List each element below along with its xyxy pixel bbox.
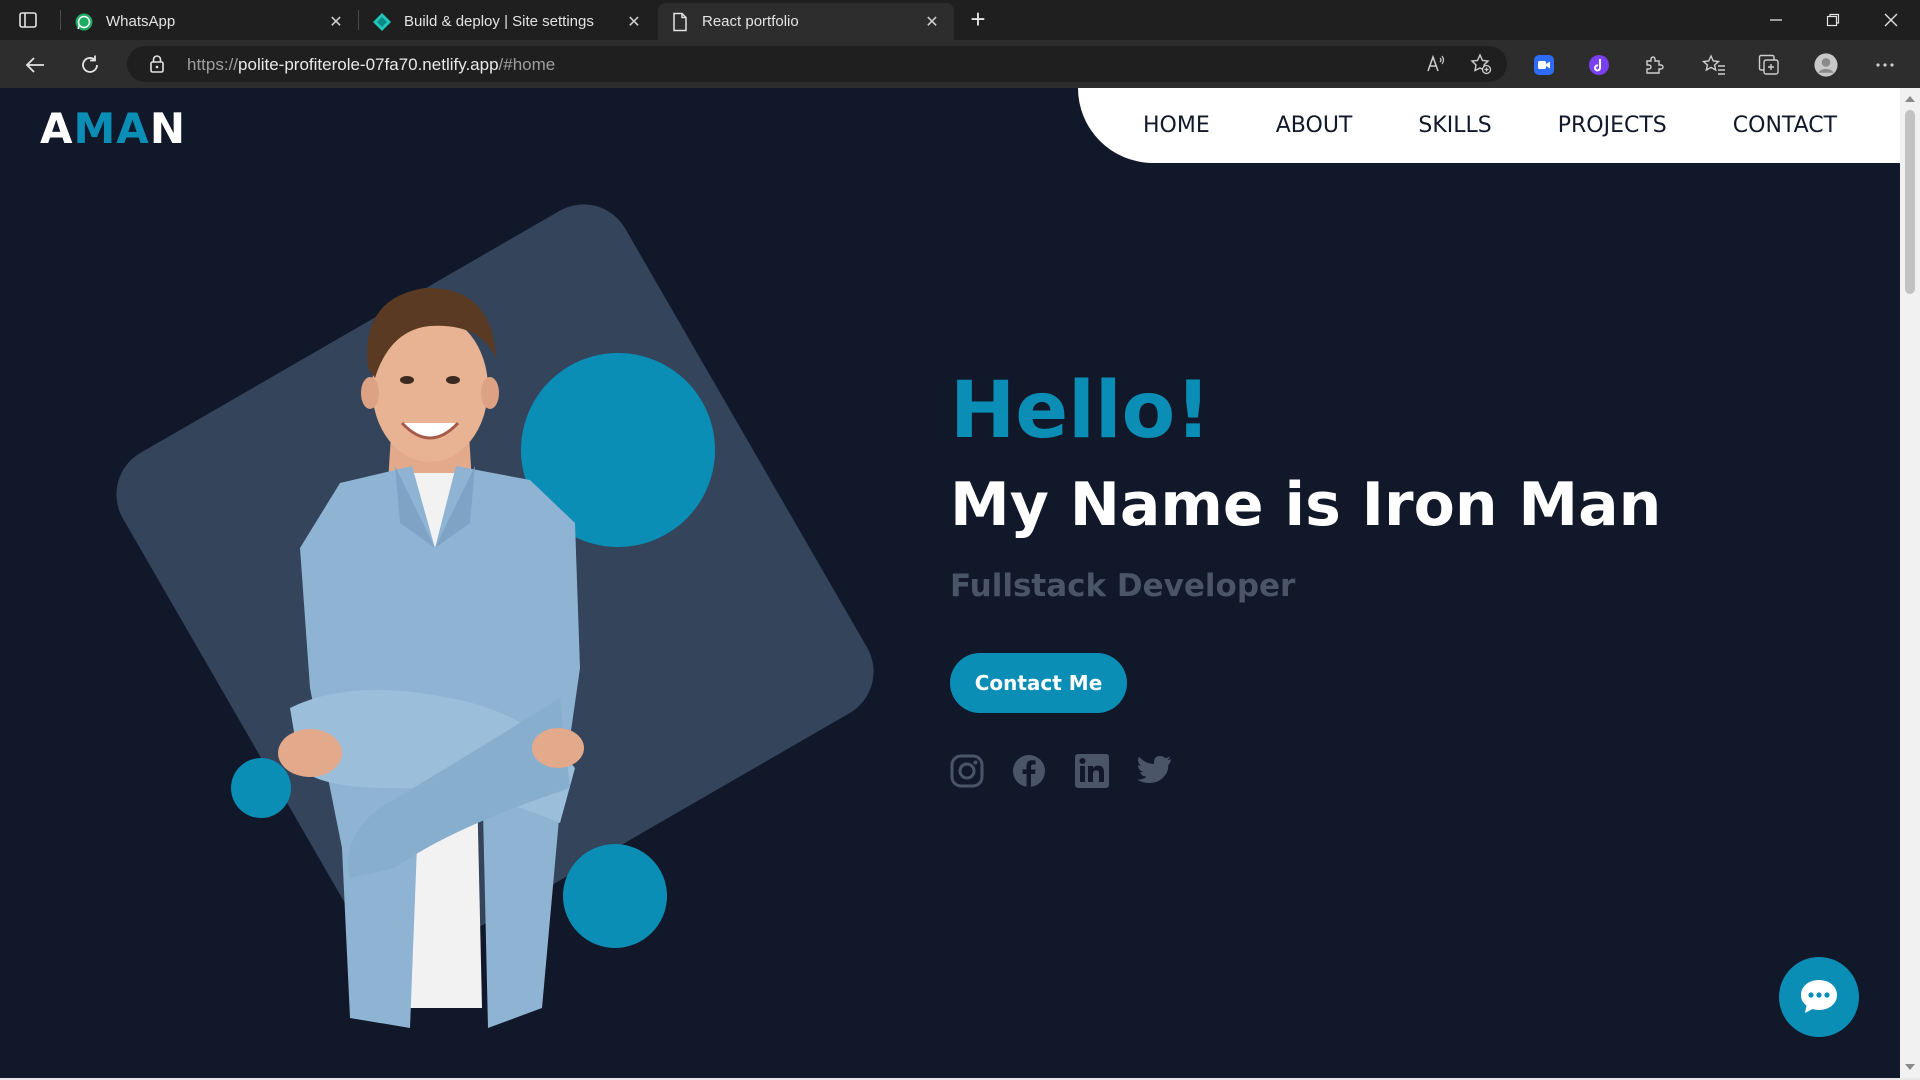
minimize-icon[interactable] xyxy=(1764,8,1788,32)
netlify-icon xyxy=(372,12,392,32)
tab-separator xyxy=(60,10,61,30)
collections-icon[interactable] xyxy=(1757,53,1781,77)
scrollbar-thumb[interactable] xyxy=(1905,110,1915,294)
decor-circle-medium xyxy=(563,844,667,948)
window-close-icon[interactable] xyxy=(1879,8,1903,32)
close-icon[interactable]: ✕ xyxy=(624,12,644,32)
new-tab-button[interactable]: + xyxy=(966,6,990,32)
extension-meet-icon[interactable] xyxy=(1532,53,1556,77)
logo-letter-n: N xyxy=(149,104,186,153)
tab-actions-icon[interactable] xyxy=(18,10,38,30)
refresh-icon[interactable] xyxy=(77,52,103,78)
linkedin-icon[interactable] xyxy=(1073,752,1111,790)
contact-me-button[interactable]: Contact Me xyxy=(950,653,1127,713)
browser-tab-bar: WhatsApp ✕ Build & deploy | Site setting… xyxy=(0,0,1920,40)
url-host: polite-profiterole-07fa70.netlify.app xyxy=(238,55,499,74)
extensions-icon[interactable] xyxy=(1642,53,1666,77)
hero-name: My Name is Iron Man xyxy=(950,470,1662,540)
back-icon[interactable] xyxy=(22,52,48,78)
main-nav: HOME ABOUT SKILLS PROJECTS CONTACT xyxy=(1078,88,1900,163)
whatsapp-icon xyxy=(74,12,94,32)
add-favorite-icon[interactable] xyxy=(1470,53,1492,75)
url-scheme: https:// xyxy=(187,55,239,74)
profile-avatar-icon[interactable] xyxy=(1814,53,1838,77)
page-viewport: AMAN HOME ABOUT SKILLS PROJECTS CONTACT xyxy=(0,88,1900,1078)
tab-title: WhatsApp xyxy=(106,13,176,30)
tab-netlify[interactable]: Build & deploy | Site settings ✕ xyxy=(360,3,656,40)
restore-icon[interactable] xyxy=(1821,8,1845,32)
site-logo[interactable]: AMAN xyxy=(40,104,186,153)
logo-letters-ma: MA xyxy=(73,104,150,153)
chat-icon xyxy=(1801,980,1837,1013)
close-icon[interactable]: ✕ xyxy=(922,12,942,32)
chat-button[interactable] xyxy=(1779,957,1859,1037)
nav-about[interactable]: ABOUT xyxy=(1276,113,1353,138)
close-icon[interactable]: ✕ xyxy=(326,12,346,32)
nav-home[interactable]: HOME xyxy=(1143,113,1210,138)
url-path: /#home xyxy=(498,55,556,74)
tab-whatsapp[interactable]: WhatsApp ✕ xyxy=(62,3,358,40)
tab-separator xyxy=(358,10,359,30)
read-aloud-icon[interactable] xyxy=(1425,53,1447,75)
twitter-icon[interactable] xyxy=(1135,752,1173,790)
logo-letter-a: A xyxy=(40,104,74,153)
lock-icon[interactable] xyxy=(149,54,165,74)
tab-react-portfolio[interactable]: React portfolio ✕ xyxy=(658,3,954,40)
address-bar[interactable]: https://polite-profiterole-07fa70.netlif… xyxy=(127,46,1507,82)
profile-photo xyxy=(278,287,584,1028)
facebook-icon[interactable] xyxy=(1010,752,1048,790)
nav-contact[interactable]: CONTACT xyxy=(1733,113,1837,138)
scroll-up-arrow-icon[interactable] xyxy=(1905,96,1915,102)
extension-music-icon[interactable] xyxy=(1587,53,1611,77)
hero-role: Fullstack Developer xyxy=(950,568,1296,604)
instagram-icon[interactable] xyxy=(948,752,986,790)
tab-title: React portfolio xyxy=(702,13,799,30)
more-options-icon[interactable] xyxy=(1873,53,1897,77)
nav-projects[interactable]: PROJECTS xyxy=(1558,113,1667,138)
nav-skills[interactable]: SKILLS xyxy=(1418,113,1491,138)
hero-greeting: Hello! xyxy=(950,366,1211,456)
scroll-down-arrow-icon[interactable] xyxy=(1905,1064,1915,1070)
decor-circle-small xyxy=(231,758,291,818)
page-scrollbar[interactable] xyxy=(1900,88,1920,1078)
tab-title: Build & deploy | Site settings xyxy=(404,13,594,30)
favorites-icon[interactable] xyxy=(1702,53,1726,77)
url-text[interactable]: https://polite-profiterole-07fa70.netlif… xyxy=(187,55,555,75)
browser-toolbar: https://polite-profiterole-07fa70.netlif… xyxy=(0,40,1920,88)
page-icon xyxy=(670,12,690,32)
